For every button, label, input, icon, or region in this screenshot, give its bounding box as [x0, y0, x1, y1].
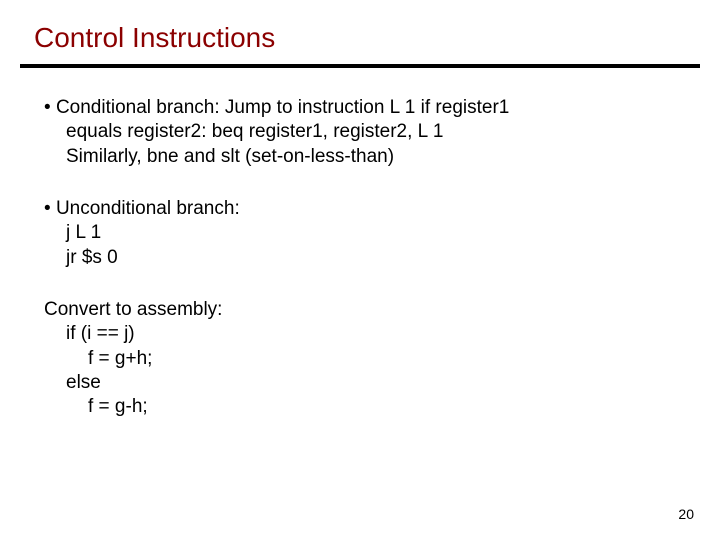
bullet-conditional-branch: • Conditional branch: Jump to instructio… — [44, 96, 680, 169]
slide-content: • Conditional branch: Jump to instructio… — [0, 68, 720, 419]
bullet-text-line: Similarly, bne and slt (set-on-less-than… — [44, 145, 394, 169]
bullet-text-line: Unconditional branch: — [56, 198, 240, 219]
code-line: if (i == j) — [44, 322, 680, 346]
convert-heading: Convert to assembly: — [44, 298, 680, 322]
bullet-text-line: Conditional branch: Jump to instruction … — [56, 97, 509, 118]
code-line: else — [44, 371, 680, 395]
bullet-text-line: jr $s 0 — [44, 246, 118, 270]
bullet-text-line: j L 1 — [44, 221, 101, 245]
code-line: f = g-h; — [44, 395, 680, 419]
page-number: 20 — [678, 506, 694, 522]
convert-block: Convert to assembly: if (i == j) f = g+h… — [44, 298, 680, 420]
bullet-unconditional-branch: • Unconditional branch: j L 1 jr $s 0 — [44, 197, 680, 270]
code-line: f = g+h; — [44, 347, 680, 371]
bullet-icon: • — [44, 97, 51, 118]
bullet-text-line: equals register2: beq register1, registe… — [44, 120, 443, 144]
slide-title: Control Instructions — [0, 0, 720, 64]
bullet-icon: • — [44, 198, 51, 219]
